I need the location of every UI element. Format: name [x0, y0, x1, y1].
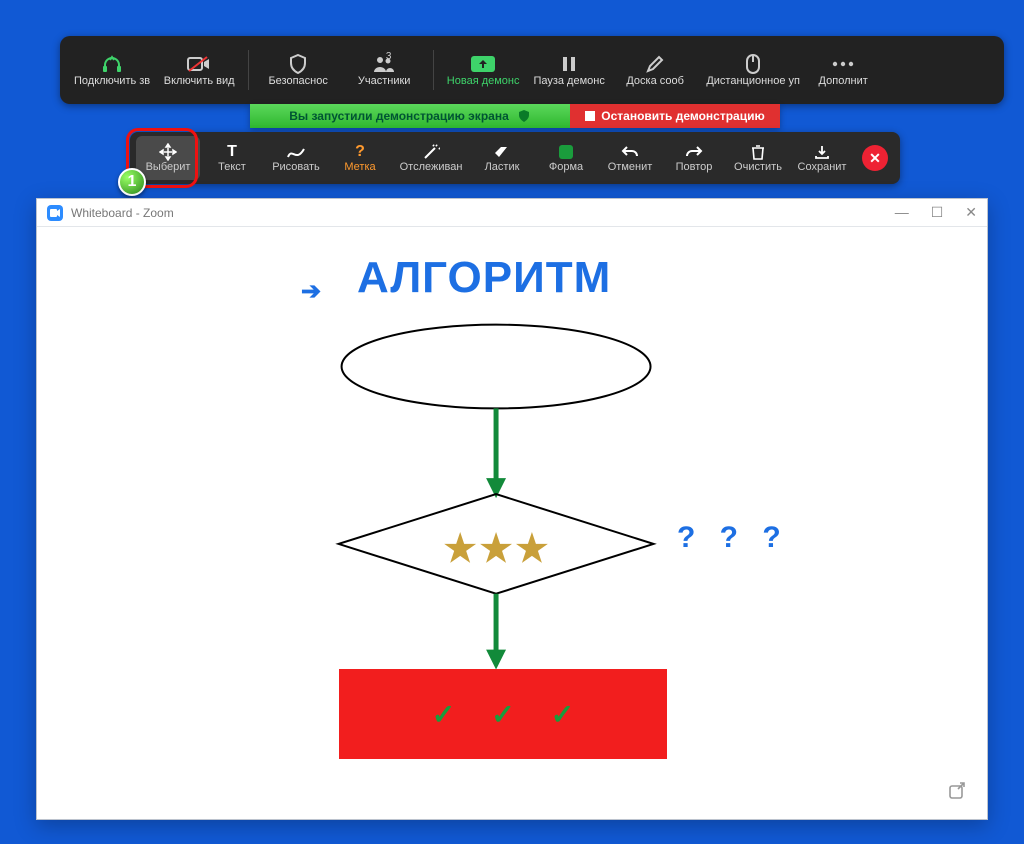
eraser-tool[interactable]: Ластик — [470, 136, 534, 180]
divider — [248, 50, 249, 90]
redo-tool[interactable]: Повтор — [662, 136, 726, 180]
more-icon — [832, 53, 854, 75]
clear-tool[interactable]: Очистить — [726, 136, 790, 180]
check-icon: ✓ — [551, 698, 574, 731]
trash-icon — [751, 143, 765, 161]
window-titlebar[interactable]: Whiteboard - Zoom — ☐ ✕ — [37, 199, 987, 227]
join-audio-label: Подключить зв — [74, 75, 150, 87]
whiteboard-canvas[interactable]: ➔ АЛГОРИТМ ? ? ? ✓ ✓ ✓ — [37, 227, 987, 819]
meeting-controls: Подключить зв Включить вид Безопаснос 3 … — [60, 36, 1004, 104]
stop-share-button[interactable]: Остановить демонстрацию — [570, 104, 780, 128]
redo-icon — [685, 143, 703, 161]
format-icon — [558, 143, 574, 161]
mark-tool-label: Метка — [344, 161, 375, 173]
mouse-icon — [746, 53, 760, 75]
mark-tool[interactable]: ? Метка — [328, 136, 392, 180]
share-status-bar: Вы запустили демонстрацию экрана Останов… — [250, 104, 780, 128]
stop-icon — [585, 111, 595, 121]
pencil-icon — [646, 53, 664, 75]
spotlight-tool[interactable]: Отслеживан — [392, 136, 470, 180]
save-tool-label: Сохранит — [798, 161, 847, 173]
select-tool[interactable]: Выберит — [136, 136, 200, 180]
more-label: Дополнит — [819, 75, 868, 87]
close-annotation-button[interactable]: ✕ — [862, 145, 888, 171]
text-tool[interactable]: T Текст — [200, 136, 264, 180]
undo-tool-label: Отменит — [608, 161, 653, 173]
annotation-toolbar: Выберит T Текст Рисовать ? Метка Отслежи… — [130, 132, 900, 184]
new-share-button[interactable]: Новая демонс — [440, 49, 526, 91]
question-icon: ? — [355, 143, 365, 161]
save-icon — [814, 143, 830, 161]
security-label: Безопаснос — [268, 75, 327, 87]
pause-share-label: Пауза демонс — [533, 75, 604, 87]
start-video-label: Включить вид — [164, 75, 235, 87]
shield-check-icon — [517, 109, 531, 123]
stop-share-label: Остановить демонстрацию — [601, 109, 764, 123]
move-icon — [159, 143, 177, 161]
video-off-icon — [187, 53, 211, 75]
result-box: ✓ ✓ ✓ — [339, 669, 667, 759]
pause-icon — [561, 53, 577, 75]
more-button[interactable]: Дополнит — [808, 49, 878, 91]
window-title: Whiteboard - Zoom — [71, 206, 174, 220]
undo-icon — [621, 143, 639, 161]
close-window-button[interactable]: ✕ — [965, 204, 977, 221]
pause-share-button[interactable]: Пауза демонс — [526, 49, 612, 91]
clear-tool-label: Очистить — [734, 161, 782, 173]
eraser-icon — [493, 143, 511, 161]
start-video-button[interactable]: Включить вид — [156, 49, 242, 91]
draw-tool[interactable]: Рисовать — [264, 136, 328, 180]
text-tool-label: Текст — [218, 161, 246, 173]
minimize-button[interactable]: — — [895, 204, 909, 221]
zoom-app-icon — [47, 205, 63, 221]
check-icon: ✓ — [432, 698, 455, 731]
draw-icon — [287, 143, 305, 161]
save-tool[interactable]: Сохранит — [790, 136, 854, 180]
remote-control-label: Дистанционное уп — [706, 75, 800, 87]
maximize-button[interactable]: ☐ — [931, 204, 944, 221]
remote-control-button[interactable]: Дистанционное уп — [698, 49, 808, 91]
redo-tool-label: Повтор — [676, 161, 713, 173]
undo-tool[interactable]: Отменит — [598, 136, 662, 180]
format-tool[interactable]: Форма — [534, 136, 598, 180]
draw-tool-label: Рисовать — [272, 161, 320, 173]
security-button[interactable]: Безопаснос — [255, 49, 341, 91]
sharing-status: Вы запустили демонстрацию экрана — [250, 104, 570, 128]
spotlight-tool-label: Отслеживан — [400, 161, 463, 173]
participants-label: Участники — [358, 75, 411, 87]
whiteboard-window: Whiteboard - Zoom — ☐ ✕ ➔ АЛГОРИТМ — [36, 198, 988, 820]
close-icon: ✕ — [869, 150, 881, 167]
share-screen-icon — [470, 53, 496, 75]
text-icon: T — [227, 143, 237, 161]
participants-count: 3 — [386, 51, 392, 62]
whiteboard-button[interactable]: Доска сооб — [612, 49, 698, 91]
sharing-status-label: Вы запустили демонстрацию экрана — [289, 109, 509, 123]
headphones-icon — [101, 53, 123, 75]
new-share-label: Новая демонс — [447, 75, 520, 87]
participants-icon — [372, 53, 396, 75]
format-tool-label: Форма — [549, 161, 583, 173]
whiteboard-label: Доска сооб — [626, 75, 684, 87]
select-tool-label: Выберит — [146, 161, 191, 173]
wand-icon — [422, 143, 440, 161]
shield-icon — [289, 53, 307, 75]
eraser-tool-label: Ластик — [485, 161, 520, 173]
participants-button[interactable]: 3 Участники — [341, 49, 427, 91]
export-button[interactable] — [947, 780, 967, 805]
join-audio-button[interactable]: Подключить зв — [68, 49, 156, 91]
divider — [433, 50, 434, 90]
question-marks: ? ? ? — [677, 521, 789, 555]
check-icon: ✓ — [491, 698, 514, 731]
